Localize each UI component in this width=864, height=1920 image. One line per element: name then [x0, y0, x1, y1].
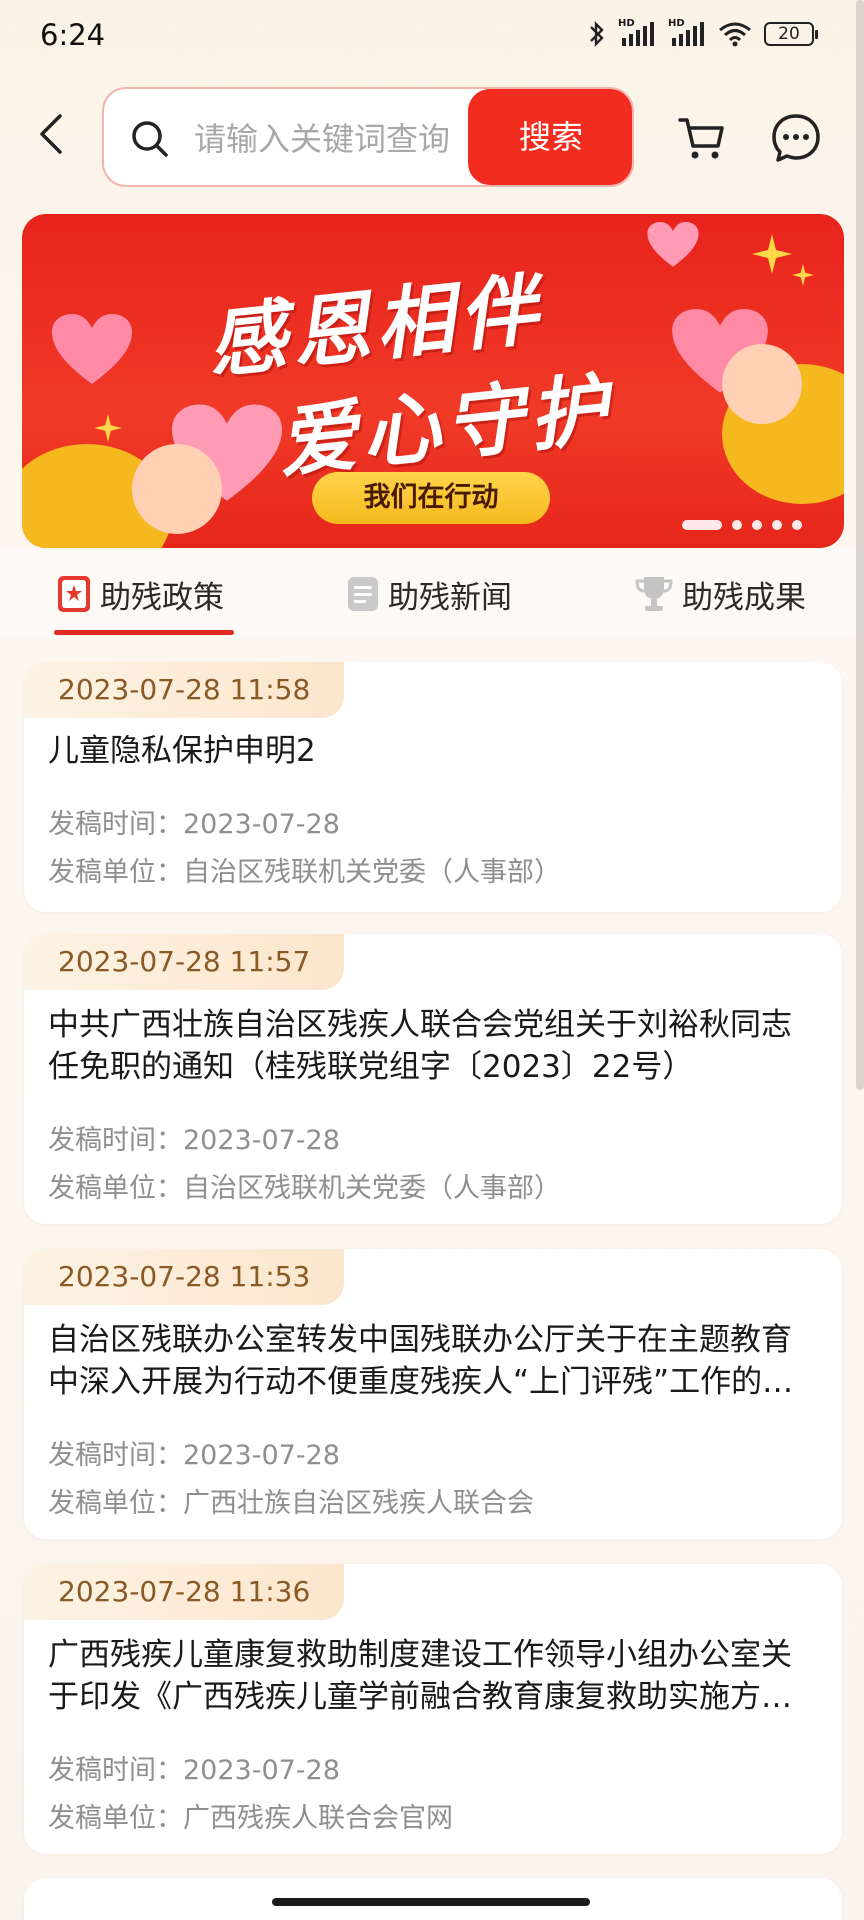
tab-news[interactable]: 助残新闻: [346, 570, 512, 618]
article-publish-time: 发稿时间：2023-07-28: [48, 1433, 340, 1472]
tab-achievements[interactable]: 助残成果: [634, 570, 806, 618]
back-button[interactable]: [34, 112, 74, 156]
carousel-dot[interactable]: [772, 520, 782, 530]
banner-carousel[interactable]: 感恩相伴 爱心守护 我们在行动: [22, 214, 844, 548]
trophy-icon: [635, 577, 673, 611]
article-publish-time: 发稿时间：2023-07-28: [48, 1118, 340, 1157]
article-card[interactable]: 2023-07-28 11:58 儿童隐私保护申明2 发稿时间：2023-07-…: [24, 662, 842, 912]
category-tabs: 助残政策 助残新闻 助残成果: [0, 548, 864, 638]
search-button[interactable]: 搜索: [468, 89, 632, 185]
carousel-dot[interactable]: [792, 520, 802, 530]
article-card[interactable]: 2023-07-28 11:53 自治区残联办公室转发中国残联办公厅关于在主题教…: [24, 1249, 842, 1539]
hd-label: HD: [618, 18, 635, 29]
publish-time-label: 发稿时间：: [48, 1755, 183, 1786]
tab-policy-label: 助残政策: [100, 579, 224, 616]
publish-time-label: 发稿时间：: [48, 1440, 183, 1471]
sparkle-icon: [792, 264, 814, 286]
wifi-icon: [718, 20, 752, 48]
publish-unit-label: 发稿单位：: [48, 1803, 183, 1834]
scrollbar[interactable]: [856, 0, 864, 1090]
article-title[interactable]: 广西残疾儿童康复救助制度建设工作领导小组办公室关于印发《广西残疾儿童学前融合教育…: [48, 1634, 818, 1718]
tab-news-label: 助残新闻: [388, 579, 512, 616]
tab-achievements-label: 助残成果: [682, 579, 806, 616]
article-publish-time: 发稿时间：2023-07-28: [48, 1748, 340, 1787]
article-date-tag: 2023-07-28 11:53: [24, 1249, 345, 1305]
policy-badge-icon: [58, 576, 90, 612]
signal-2-icon: HD: [668, 18, 706, 48]
publish-unit-value: 广西壮族自治区残疾人联合会: [183, 1488, 534, 1519]
article-publish-time: 发稿时间：2023-07-28: [48, 802, 340, 841]
cart-icon: [678, 118, 724, 159]
hand-right-decoration: [722, 344, 802, 424]
publish-time-value: 2023-07-28: [183, 1440, 340, 1471]
article-publish-unit: 发稿单位：自治区残联机关党委（人事部）: [48, 1166, 561, 1205]
publish-unit-value: 自治区残联机关党委（人事部）: [183, 1173, 561, 1204]
article-publish-unit: 发稿单位：广西壮族自治区残疾人联合会: [48, 1481, 534, 1520]
tab-policy[interactable]: 助残政策: [56, 570, 224, 618]
cart-button[interactable]: [676, 112, 728, 164]
publish-unit-label: 发稿单位：: [48, 857, 183, 888]
publish-unit-label: 发稿单位：: [48, 1488, 183, 1519]
status-icons: HD HD 20: [588, 18, 818, 48]
carousel-dot[interactable]: [732, 520, 742, 530]
carousel-dot-active[interactable]: [682, 520, 722, 530]
heart-icon: [647, 222, 699, 267]
hd-label: HD: [668, 18, 685, 29]
article-title[interactable]: 中共广西壮族自治区残疾人联合会党组关于刘裕秋同志任免职的通知（桂残联党组字〔20…: [48, 1004, 818, 1088]
signal-1-icon: HD: [618, 18, 656, 48]
publish-time-value: 2023-07-28: [183, 809, 340, 840]
publish-time-value: 2023-07-28: [183, 1125, 340, 1156]
bluetooth-icon: [588, 20, 606, 48]
article-date-tag: 2023-07-28 11:58: [24, 662, 345, 718]
sparkle-icon: [94, 414, 122, 442]
article-date-tag: 2023-07-28 11:57: [24, 934, 345, 990]
banner-pill[interactable]: 我们在行动: [312, 472, 550, 524]
publish-time-label: 发稿时间：: [48, 809, 183, 840]
carousel-dot[interactable]: [752, 520, 762, 530]
article-publish-unit: 发稿单位：自治区残联机关党委（人事部）: [48, 850, 561, 889]
status-time: 6:24: [40, 18, 106, 52]
message-icon: [772, 114, 820, 162]
sparkle-icon: [752, 234, 792, 274]
publish-time-label: 发稿时间：: [48, 1125, 183, 1156]
heart-icon: [52, 314, 132, 384]
article-card[interactable]: 2023-07-28 11:57 中共广西壮族自治区残疾人联合会党组关于刘裕秋同…: [24, 934, 842, 1224]
hand-left-decoration: [132, 444, 222, 534]
publish-unit-value: 广西残疾人联合会官网: [183, 1803, 453, 1834]
home-indicator[interactable]: [272, 1898, 590, 1906]
article-publish-unit: 发稿单位：广西残疾人联合会官网: [48, 1796, 453, 1835]
carousel-dots: [682, 520, 802, 530]
article-card[interactable]: 2023-07-28 11:36 广西残疾儿童康复救助制度建设工作领导小组办公室…: [24, 1564, 842, 1854]
publish-time-value: 2023-07-28: [183, 1755, 340, 1786]
news-doc-icon: [348, 577, 378, 611]
article-title[interactable]: 自治区残联办公室转发中国残联办公厅关于在主题教育中深入开展为行动不便重度残疾人“…: [48, 1319, 818, 1403]
publish-unit-value: 自治区残联机关党委（人事部）: [183, 857, 561, 888]
status-bar: 6:24 HD HD 20: [0, 0, 864, 76]
chevron-left-icon: [40, 114, 62, 154]
battery-icon: 20: [764, 22, 818, 46]
message-button[interactable]: [770, 112, 822, 164]
article-title[interactable]: 儿童隐私保护申明2: [48, 730, 818, 772]
search-icon: [130, 119, 170, 163]
search-bar[interactable]: 搜索: [102, 87, 634, 187]
publish-unit-label: 发稿单位：: [48, 1173, 183, 1204]
active-tab-indicator: [54, 630, 234, 635]
article-date-tag: 2023-07-28 11:36: [24, 1564, 345, 1620]
